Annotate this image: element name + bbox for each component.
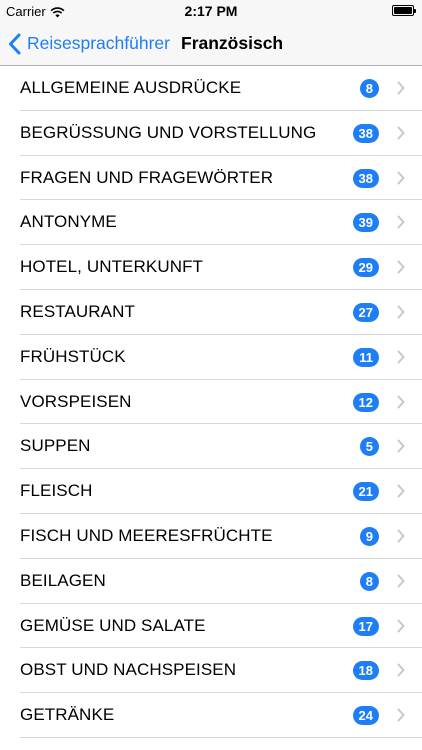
category-label: SUPPEN — [20, 436, 91, 456]
category-label: ALLGEMEINE AUSDRÜCKE — [20, 78, 242, 97]
count-badge: 18 — [352, 661, 379, 681]
status-time: 2:17 PM — [184, 3, 238, 19]
chevron-right-icon — [397, 126, 405, 140]
list-item[interactable]: ANTONYME 39 — [0, 200, 422, 245]
chevron-right-icon — [397, 708, 405, 722]
page-title: Französisch — [181, 33, 284, 53]
count-badge: 8 — [359, 571, 379, 591]
chevron-right-icon — [397, 260, 405, 274]
count-badge: 38 — [352, 123, 379, 143]
list-item[interactable]: FRÜHSTÜCK 11 — [0, 335, 422, 380]
chevron-right-icon — [397, 350, 405, 364]
chevron-right-icon — [397, 395, 405, 409]
status-bar: Carrier 2:17 PM — [0, 0, 422, 22]
category-label: FISCH UND MEERESFRÜCHTE — [20, 525, 273, 545]
count-badge: 12 — [352, 392, 379, 412]
category-label: GEMÜSE UND SALATE — [20, 615, 206, 635]
chevron-right-icon — [397, 619, 405, 633]
list-item[interactable]: OBST UND NACHSPEISEN 18 — [0, 648, 422, 693]
count-badge: 5 — [359, 437, 379, 457]
count-badge: 24 — [352, 706, 379, 726]
category-label: BEILAGEN — [20, 570, 106, 590]
category-label: BEGRÜSSUNG UND VORSTELLUNG — [20, 122, 317, 142]
list-item[interactable]: GEMÜSE UND SALATE 17 — [0, 604, 422, 649]
list-item[interactable]: FLEISCH 21 — [0, 469, 422, 514]
category-label: FLEISCH — [20, 481, 93, 501]
category-list: ALLGEMEINE AUSDRÜCKE 8 BEGRÜSSUNG UND VORS… — [0, 66, 422, 738]
battery-fill — [394, 7, 412, 14]
list-item[interactable]: FRAGEN UND FRAGEWÖRTER 38 — [0, 156, 422, 201]
category-label: GETRÄNKE — [20, 705, 115, 725]
battery-icon — [392, 5, 416, 16]
category-label: VORSPEISEN — [20, 391, 132, 411]
count-badge: 38 — [352, 168, 379, 188]
list-item[interactable]: GETRÄNKE 24 — [0, 693, 422, 738]
back-button[interactable]: Reisesprachführer — [8, 22, 170, 65]
category-label: FRÜHSTÜCK — [20, 346, 126, 366]
chevron-right-icon — [397, 484, 405, 498]
list-item[interactable]: BEGRÜSSUNG UND VORSTELLUNG 38 — [0, 111, 422, 156]
list-item[interactable]: BEILAGEN 8 — [0, 559, 422, 604]
chevron-right-icon — [397, 439, 405, 453]
chevron-right-icon — [397, 215, 405, 229]
category-label: ANTONYME — [20, 212, 117, 232]
count-badge: 17 — [352, 616, 379, 636]
list-item[interactable]: FISCH UND MEERESFRÜCHTE 9 — [0, 514, 422, 559]
chevron-right-icon — [397, 171, 405, 185]
chevron-right-icon — [397, 574, 405, 588]
list-item[interactable]: SUPPEN 5 — [0, 424, 422, 469]
count-badge: 11 — [353, 347, 379, 367]
back-button-label: Reisesprachführer — [27, 33, 170, 53]
chevron-right-icon — [397, 81, 405, 95]
list-item[interactable]: RESTAURANT 27 — [0, 290, 422, 335]
navigation-bar: Reisesprachführer Französisch — [0, 22, 422, 66]
count-badge: 39 — [352, 213, 379, 233]
list-item[interactable]: VORSPEISEN 12 — [0, 380, 422, 425]
count-badge: 9 — [359, 526, 379, 546]
chevron-left-icon — [9, 33, 21, 54]
count-badge: 8 — [359, 79, 379, 98]
category-label: OBST UND NACHSPEISEN — [20, 660, 237, 680]
chevron-right-icon — [397, 305, 405, 319]
list-item[interactable]: ALLGEMEINE AUSDRÜCKE 8 — [0, 66, 422, 111]
category-label: FRAGEN UND FRAGEWÖRTER — [20, 167, 274, 187]
category-label: RESTAURANT — [20, 301, 135, 321]
count-badge: 27 — [352, 302, 379, 322]
chevron-right-icon — [397, 663, 405, 677]
chevron-right-icon — [397, 529, 405, 543]
count-badge: 21 — [352, 482, 379, 502]
category-label: HOTEL, UNTERKUNFT — [20, 257, 204, 277]
count-badge: 29 — [352, 258, 379, 278]
list-item[interactable]: HOTEL, UNTERKUNFT 29 — [0, 245, 422, 290]
